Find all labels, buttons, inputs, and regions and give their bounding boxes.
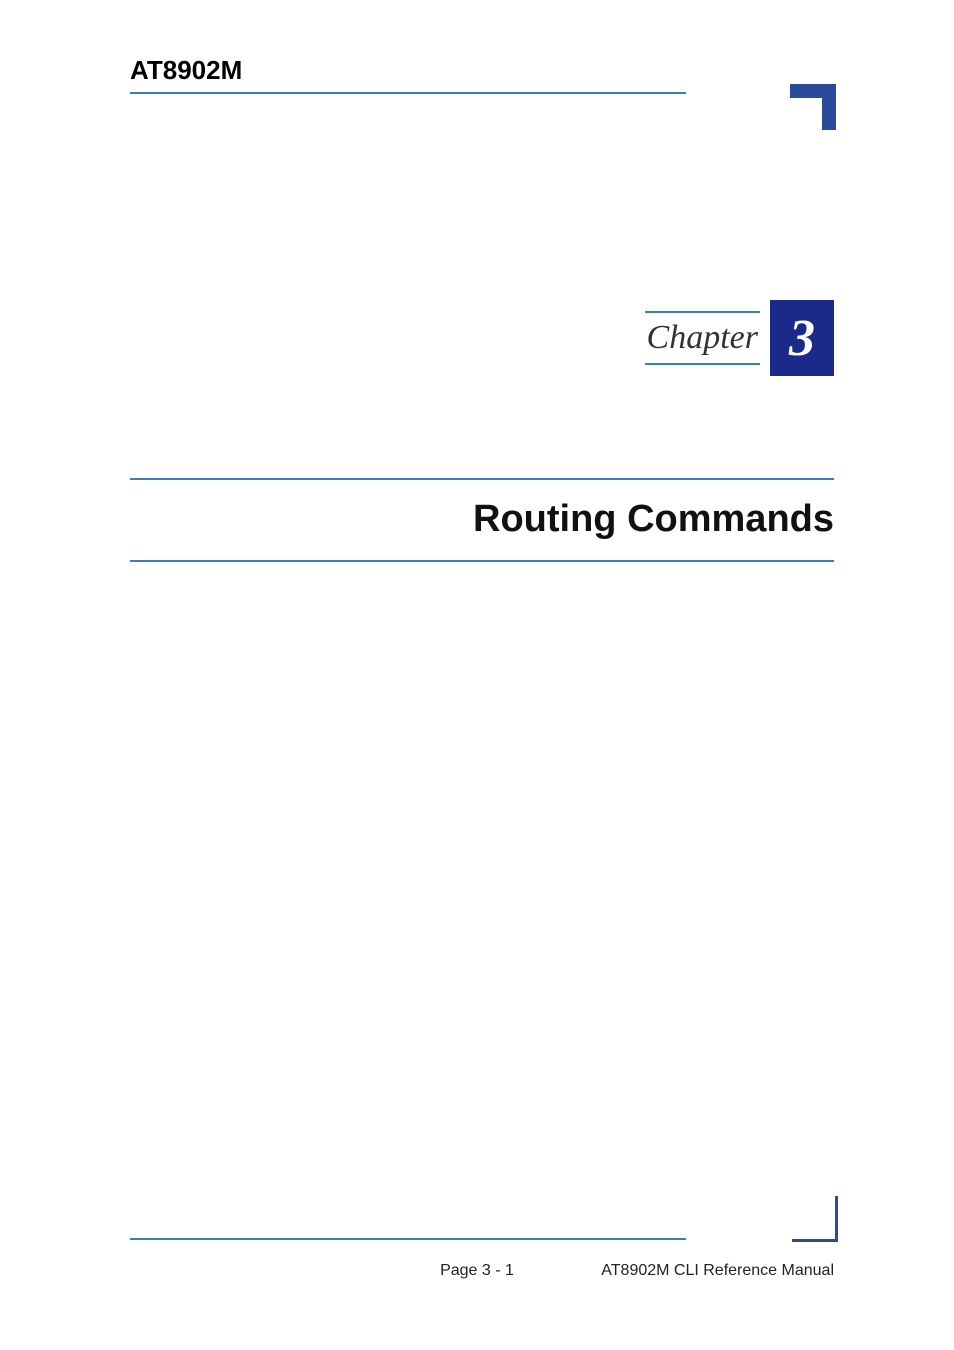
corner-mark-top-right — [790, 84, 836, 130]
header-rule — [130, 92, 686, 94]
chapter-number: 3 — [789, 309, 815, 368]
chapter-title-rule-bottom — [130, 560, 834, 562]
footer-manual-title: AT8902M CLI Reference Manual — [601, 1262, 834, 1280]
corner-mark-bottom-right — [792, 1196, 838, 1242]
chapter-title-rule-top — [130, 478, 834, 480]
chapter-block: Chapter 3 — [645, 300, 834, 376]
footer-rule — [130, 1238, 686, 1240]
chapter-label-wrap: Chapter — [645, 311, 760, 365]
chapter-number-box: 3 — [770, 300, 834, 376]
page: AT8902M Chapter 3 Routing Commands Page … — [0, 0, 954, 1350]
header-product-title: AT8902M — [130, 55, 242, 86]
chapter-label-rule-bottom — [645, 363, 760, 365]
chapter-title: Routing Commands — [473, 498, 834, 541]
chapter-label: Chapter — [645, 313, 760, 363]
